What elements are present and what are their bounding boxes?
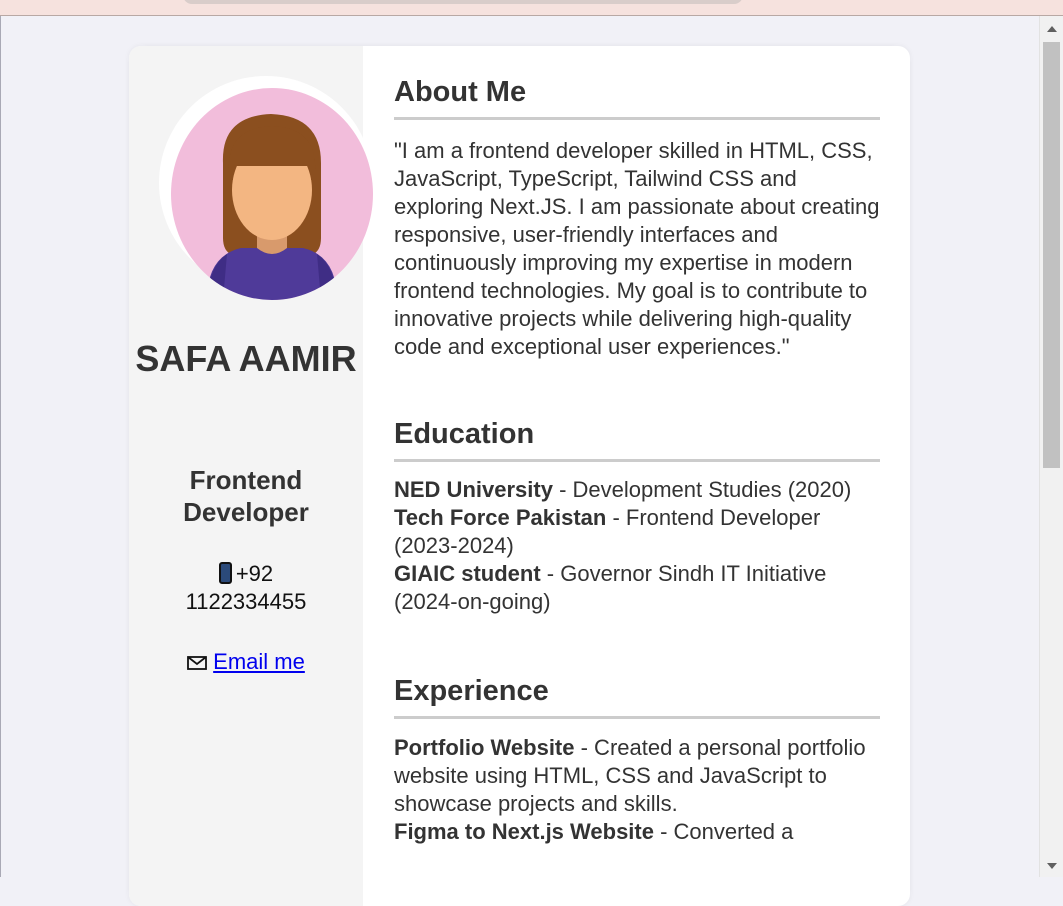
profile-role: Frontend Developer — [183, 465, 309, 527]
profile-sidebar: SAFA AAMIR Frontend Developer +92 112233… — [129, 46, 373, 906]
vertical-scrollbar[interactable] — [1039, 16, 1063, 877]
about-heading: About Me — [394, 75, 880, 120]
education-list: NED University - Development Studies (20… — [394, 476, 880, 616]
education-institution: Tech Force Pakistan — [394, 505, 607, 530]
experience-list: Portfolio Website - Created a personal p… — [394, 734, 880, 846]
education-institution: NED University — [394, 477, 553, 502]
phone-number: +92 1122334455 — [185, 561, 307, 614]
experience-title: Figma to Next.js Website — [394, 819, 654, 844]
experience-title: Portfolio Website — [394, 735, 575, 760]
education-item: NED University - Development Studies (20… — [394, 476, 880, 504]
experience-section: Experience Portfolio Website - Created a… — [394, 674, 880, 846]
email-link[interactable]: Email me — [213, 649, 305, 674]
education-institution: GIAIC student — [394, 561, 541, 586]
education-heading: Education — [394, 417, 880, 462]
resume-card: SAFA AAMIR Frontend Developer +92 112233… — [129, 46, 910, 906]
experience-heading: Experience — [394, 674, 880, 719]
experience-item: Figma to Next.js Website - Converted a — [394, 818, 880, 846]
email-contact: Email me — [129, 648, 363, 676]
window-edge — [0, 16, 1, 877]
address-bar[interactable] — [183, 0, 743, 4]
profile-name: SAFA AAMIR — [135, 338, 357, 379]
avatar-illustration — [207, 114, 337, 300]
scroll-down-arrow-icon[interactable] — [1047, 863, 1057, 869]
mobile-phone-icon — [218, 562, 232, 584]
browser-top-strip — [0, 0, 1063, 16]
scroll-up-arrow-icon[interactable] — [1047, 26, 1057, 32]
envelope-icon — [187, 656, 208, 670]
about-section: About Me "I am a frontend developer skil… — [394, 75, 880, 361]
phone-contact: +92 1122334455 — [169, 560, 323, 616]
education-detail: - Development Studies (2020) — [552, 477, 852, 502]
education-item: Tech Force Pakistan - Frontend Developer… — [394, 504, 880, 560]
experience-item: Portfolio Website - Created a personal p… — [394, 734, 880, 818]
about-text: "I am a frontend developer skilled in HT… — [394, 138, 880, 359]
avatar-frame — [159, 76, 373, 300]
education-item: GIAIC student - Governor Sindh IT Initia… — [394, 560, 880, 616]
avatar — [171, 88, 373, 300]
experience-detail: - Converted a — [653, 819, 794, 844]
education-section: Education NED University - Development S… — [394, 417, 880, 616]
scrollbar-thumb[interactable] — [1043, 42, 1060, 468]
